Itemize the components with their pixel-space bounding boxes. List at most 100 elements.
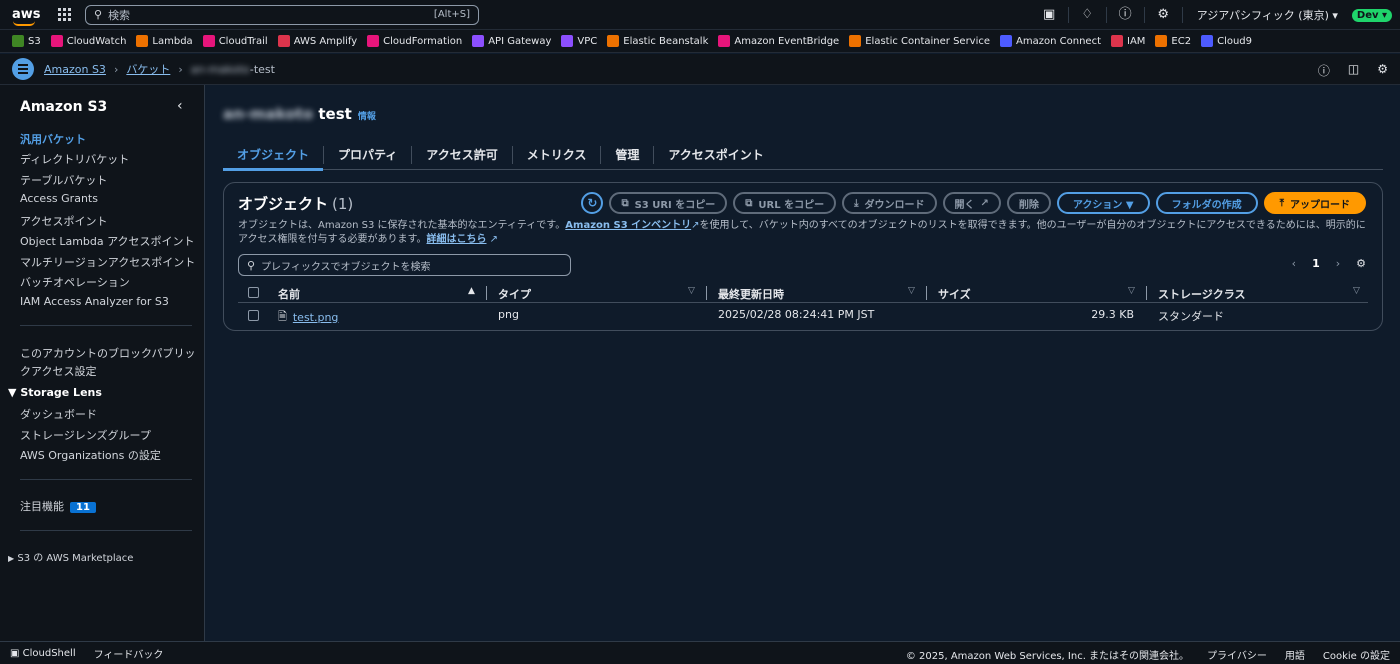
- tab-permissions[interactable]: アクセス許可: [412, 145, 513, 164]
- sort-icon[interactable]: ▽: [688, 286, 695, 296]
- favorite-amazon-eventbridge[interactable]: Amazon EventBridge: [718, 35, 839, 47]
- breadcrumb-buckets[interactable]: バケット: [126, 61, 170, 77]
- column-divider[interactable]: [706, 286, 707, 300]
- global-search-input[interactable]: ⚲ 検索 [Alt+S]: [85, 4, 479, 25]
- favorite-vpc[interactable]: VPC: [561, 35, 597, 47]
- sidebar-item-organizations-settings[interactable]: AWS Organizations の設定: [20, 447, 161, 463]
- hamburger-menu-icon[interactable]: [12, 58, 34, 80]
- sidebar-item-iam-access-analyzer[interactable]: IAM Access Analyzer for S3: [20, 295, 169, 308]
- tab-access-points[interactable]: アクセスポイント: [654, 146, 777, 164]
- file-icon: 🗎: [278, 310, 287, 323]
- favorite-elastic-container-service[interactable]: Elastic Container Service: [849, 35, 990, 47]
- sidebar-item-marketplace[interactable]: ▶ S3 の AWS Marketplace: [8, 549, 133, 564]
- create-folder-button[interactable]: フォルダの作成: [1155, 192, 1258, 214]
- download-button[interactable]: ⤓ ダウンロード: [842, 192, 937, 214]
- region-selector[interactable]: アジアパシフィック (東京) ▾: [1183, 7, 1352, 23]
- object-name-link[interactable]: test.png: [293, 311, 339, 324]
- tab-metrics[interactable]: メトリクス: [513, 145, 602, 164]
- cloudshell-button[interactable]: ▣ CloudShell: [10, 648, 76, 659]
- sidebar-item-general-buckets[interactable]: 汎用バケット: [20, 131, 86, 147]
- copy-s3-uri-button[interactable]: ⧉ S3 URI をコピー: [609, 192, 728, 214]
- favorite-api-gateway[interactable]: API Gateway: [472, 35, 551, 47]
- sidebar-item-access-points[interactable]: アクセスポイント: [20, 213, 107, 229]
- privacy-link[interactable]: プライバシー: [1207, 647, 1267, 662]
- help-icon[interactable]: ⓘ: [1107, 7, 1145, 23]
- sidebar-item-access-grants[interactable]: Access Grants: [20, 192, 98, 205]
- copy-url-button[interactable]: ⧉ URL をコピー: [733, 192, 837, 214]
- sort-icon[interactable]: ▽: [1128, 286, 1135, 296]
- actions-dropdown[interactable]: アクション ▼: [1056, 192, 1150, 214]
- refresh-button[interactable]: ↻: [581, 192, 604, 214]
- sidebar-close-icon[interactable]: ‹: [177, 98, 183, 114]
- select-all-checkbox[interactable]: [248, 287, 259, 298]
- column-name[interactable]: 名前: [278, 286, 300, 302]
- next-page-icon[interactable]: ›: [1336, 257, 1340, 270]
- column-last-modified[interactable]: 最終更新日時: [718, 286, 784, 302]
- account-menu[interactable]: Dev ▾: [1351, 8, 1392, 22]
- favorite-cloud9[interactable]: Cloud9: [1201, 35, 1252, 47]
- breadcrumb-amazon-s3[interactable]: Amazon S3: [44, 63, 106, 76]
- favorite-cloudtrail[interactable]: CloudTrail: [202, 35, 268, 47]
- sort-icon[interactable]: ▽: [908, 286, 915, 296]
- table-row[interactable]: 🗎 test.png png 2025/02/28 08:24:41 PM JS…: [238, 305, 1368, 325]
- column-divider[interactable]: [486, 286, 487, 300]
- side-panel-icon[interactable]: ◫: [1348, 62, 1359, 79]
- favorite-elastic-beanstalk[interactable]: Elastic Beanstalk: [607, 35, 708, 47]
- row-checkbox[interactable]: [248, 309, 259, 321]
- favorite-ec2[interactable]: EC2: [1155, 35, 1191, 47]
- tab-management[interactable]: 管理: [601, 145, 655, 164]
- sidebar-item-dashboard[interactable]: ダッシュボード: [20, 406, 97, 422]
- learn-more-link[interactable]: 詳細はこちら: [427, 234, 487, 245]
- service-icon: [277, 35, 290, 47]
- favorite-aws-amplify[interactable]: AWS Amplify: [277, 35, 357, 47]
- tab-properties[interactable]: プロパティ: [324, 145, 413, 164]
- table-settings-icon[interactable]: ⚙: [1356, 257, 1366, 270]
- sidebar-item-block-public-access[interactable]: このアカウントのブロックパブリッ クアクセス設定: [20, 345, 195, 379]
- info-link[interactable]: 情報: [358, 112, 376, 122]
- favorite-cloudformation[interactable]: CloudFormation: [367, 35, 462, 47]
- object-search-input[interactable]: ⚲ プレフィックスでオブジェクトを検索: [238, 254, 571, 276]
- favorite-amazon-connect[interactable]: Amazon Connect: [1000, 35, 1101, 47]
- notifications-panel-icon[interactable]: ⚙: [1377, 62, 1388, 79]
- sidebar-item-multi-region[interactable]: マルチリージョンアクセスポイント: [20, 254, 195, 270]
- column-type[interactable]: タイプ: [498, 286, 531, 302]
- open-button[interactable]: 開く ↗: [942, 192, 1001, 214]
- favorite-iam[interactable]: IAM: [1111, 35, 1145, 47]
- sort-icon[interactable]: ▽: [1353, 286, 1360, 296]
- bell-icon[interactable]: ♢: [1069, 7, 1107, 23]
- favorite-lambda[interactable]: Lambda: [136, 35, 193, 47]
- favorite-cloudwatch[interactable]: CloudWatch: [50, 35, 126, 47]
- current-page[interactable]: 1: [1312, 257, 1320, 270]
- footer: ▣ CloudShell フィードバック © 2025, Amazon Web …: [0, 641, 1400, 664]
- sidebar-item-table-buckets[interactable]: テーブルバケット: [20, 172, 107, 188]
- terms-link[interactable]: 用語: [1285, 647, 1305, 662]
- feedback-link[interactable]: フィードバック: [94, 646, 164, 661]
- gear-icon[interactable]: ⚙: [1145, 7, 1183, 23]
- upload-button[interactable]: ⤒ アップロード: [1263, 192, 1366, 214]
- sidebar-title: Amazon S3: [20, 99, 108, 115]
- tab-objects[interactable]: オブジェクト: [223, 145, 325, 171]
- sidebar-item-directory-buckets[interactable]: ディレクトリバケット: [20, 151, 129, 167]
- column-divider[interactable]: [1146, 286, 1147, 300]
- sidebar-item-featured[interactable]: 注目機能 11: [20, 498, 96, 514]
- cloudshell-icon[interactable]: ▣: [1031, 7, 1069, 23]
- column-divider[interactable]: [926, 286, 927, 300]
- column-storage-class[interactable]: ストレージクラス: [1158, 286, 1246, 302]
- favorite-label: VPC: [577, 35, 598, 47]
- info-panel-icon[interactable]: ⓘ: [1318, 62, 1330, 79]
- column-size[interactable]: サイズ: [938, 286, 971, 302]
- delete-button[interactable]: 削除: [1006, 192, 1051, 214]
- prev-page-icon[interactable]: ‹: [1292, 257, 1296, 270]
- sidebar-item-object-lambda[interactable]: Object Lambda アクセスポイント: [20, 233, 195, 249]
- inventory-link[interactable]: Amazon S3 インベントリ: [565, 220, 691, 231]
- services-grid-icon[interactable]: [58, 8, 71, 21]
- sort-asc-icon[interactable]: ▲: [468, 286, 475, 296]
- cookie-settings-link[interactable]: Cookie の設定: [1323, 647, 1390, 662]
- sidebar-item-batch-operations[interactable]: バッチオペレーション: [20, 274, 130, 290]
- aws-logo[interactable]: aws: [12, 8, 41, 26]
- object-type-cell: png: [498, 308, 519, 321]
- sidebar-group-storage-lens[interactable]: ▼ Storage Lens: [8, 386, 102, 399]
- table-header: 名前 ▲ タイプ ▽ 最終更新日時 ▽ サイズ ▽ ストレージクラス ▽: [238, 283, 1368, 303]
- favorite-s3[interactable]: S3: [12, 35, 41, 47]
- sidebar-item-storage-lens-groups[interactable]: ストレージレンズグループ: [20, 427, 151, 443]
